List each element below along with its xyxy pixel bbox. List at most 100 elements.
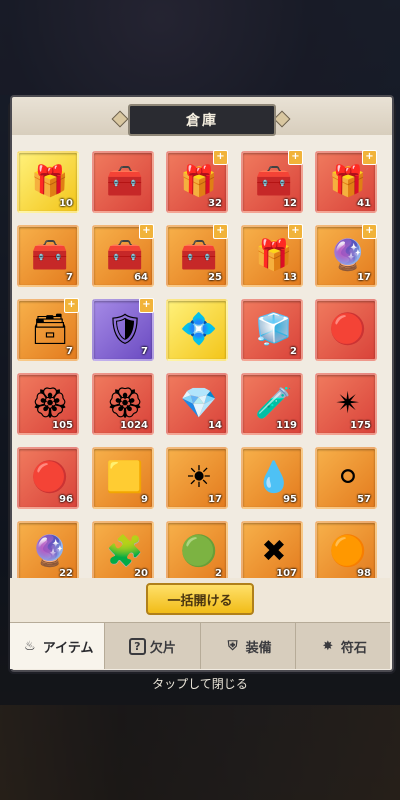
inventory-item[interactable]: 🎁 13 + — [241, 224, 303, 287]
item-count: 2 — [290, 346, 297, 357]
inventory-item[interactable]: 🎁 32 + — [166, 150, 228, 213]
inventory-item[interactable]: 💧 95 — [241, 447, 303, 509]
red-orb-icon: 🔴 — [31, 460, 69, 495]
item-count: 7 — [66, 346, 73, 357]
item-count: 107 — [276, 568, 297, 578]
item-count: 9 — [141, 494, 148, 505]
equipment-box-icon: 🗃 — [30, 312, 70, 347]
item-count: 10 — [59, 198, 73, 209]
item-count: 20 — [134, 568, 148, 578]
item-count: 96 — [59, 494, 73, 505]
inventory-item[interactable]: 🔮 22 — [17, 521, 79, 578]
item-count: 7 — [141, 346, 148, 357]
item-count: 25 — [208, 272, 222, 283]
new-badge-icon: + — [213, 150, 228, 165]
inventory-item[interactable]: 🛡 7 + — [92, 298, 154, 361]
inventory-item[interactable]: 🟨 9 — [92, 447, 154, 509]
silver-chest-icon: 🧰 — [255, 164, 293, 199]
dark-orb-icon: 🔴 — [329, 312, 367, 347]
crest-chest-icon: 🎁 — [255, 238, 293, 273]
item-count: 22 — [59, 568, 73, 578]
inventory-item[interactable]: 🧩 20 — [92, 521, 154, 578]
inventory-item[interactable]: 🧪 119 — [241, 373, 303, 435]
red-gift-chest-icon: 🎁 — [180, 164, 218, 199]
inventory-item[interactable]: ✴ 175 — [315, 373, 377, 435]
inventory-item[interactable]: 🧰 — [92, 151, 154, 213]
crest-chest-icon: 🎁 — [329, 164, 367, 199]
bag-icon: ♨ — [23, 638, 36, 654]
inventory-item[interactable]: 🎁 41 + — [315, 150, 377, 213]
tab-runes[interactable]: ✸ 符石 — [296, 623, 390, 669]
inventory-item[interactable]: 🧰 64 + — [92, 224, 154, 287]
tap-to-close-hint: タップして閉じる — [152, 677, 248, 691]
window-title: 倉庫 — [128, 104, 276, 136]
new-badge-icon: + — [288, 224, 303, 239]
item-count: 105 — [52, 420, 73, 431]
orb-chest-icon: 🔮 — [329, 238, 367, 273]
inventory-item[interactable]: 🧰 7 — [17, 225, 79, 287]
star-gem-icon: ✸ — [322, 638, 334, 654]
new-badge-icon: + — [288, 150, 303, 165]
item-count: 17 — [208, 494, 222, 505]
item-count: 1024 — [120, 420, 148, 431]
inventory-item[interactable]: 🔮 17 + — [315, 224, 377, 287]
purple-orb-icon: 🔮 — [31, 534, 69, 569]
inventory-item[interactable]: 🧰 25 + — [166, 224, 228, 287]
tab-fragments-label: 欠片 — [149, 640, 176, 656]
item-count: 2 — [215, 568, 222, 578]
inventory-item[interactable]: 💎 14 — [166, 373, 228, 435]
inventory-item[interactable]: 🟠 98 — [315, 521, 377, 578]
shield-icon: ⛨ — [227, 638, 238, 654]
tab-equipment-label: 装備 — [245, 640, 272, 656]
purple-crest-icon: 🛡 — [105, 312, 145, 347]
inventory-item[interactable]: 🧰 12 + — [241, 150, 303, 213]
inventory-item[interactable]: 🟢 2 — [166, 521, 228, 578]
inventory-item[interactable]: 🔴 — [315, 299, 377, 361]
cross-blades-icon: ✖ — [261, 534, 287, 569]
inventory-item[interactable]: 🗃 7 + — [17, 298, 79, 361]
question-box-icon: ? — [128, 637, 146, 655]
inventory-item[interactable]: ☀ 17 — [166, 447, 228, 509]
gold-card-icon: 🟨 — [106, 460, 144, 495]
inventory-item[interactable]: 🏵 105 — [17, 373, 79, 435]
item-count: 98 — [357, 568, 371, 578]
tab-equipment[interactable]: ⛨ 装備 — [201, 623, 296, 669]
puzzle-piece-icon: 🧩 — [106, 534, 144, 569]
item-count: 13 — [283, 272, 297, 283]
inventory-item[interactable]: ⚪ 57 — [315, 447, 377, 509]
inventory-item[interactable]: 🧊 2 — [241, 299, 303, 361]
crystal-cube-icon: 🧊 — [255, 312, 293, 347]
item-count: 32 — [208, 198, 222, 209]
item-count: 119 — [276, 420, 297, 431]
item-count: 57 — [357, 494, 371, 505]
green-chest-icon: 🧰 — [31, 238, 69, 273]
tab-fragments[interactable]: ? 欠片 — [105, 623, 201, 669]
open-all-button[interactable]: 一括開ける — [146, 583, 254, 615]
amber-orb-icon: 🟠 — [329, 534, 367, 569]
item-count: 95 — [283, 494, 297, 505]
tab-runes-label: 符石 — [340, 640, 367, 656]
new-badge-icon: + — [362, 224, 377, 239]
red-chest-icon: 🧰 — [106, 164, 144, 199]
star-chest-icon: 🧰 — [106, 238, 144, 273]
pearl-ring-icon: ⚪ — [335, 460, 361, 495]
new-badge-icon: + — [139, 298, 154, 313]
opal-drop-icon: 💧 — [255, 460, 293, 495]
green-emblem-icon: 🏵 — [105, 386, 145, 421]
inventory-item[interactable]: 🔴 96 — [17, 447, 79, 509]
tab-items-label: アイテム — [42, 640, 94, 656]
rainbow-cube-icon: 💠 — [180, 312, 218, 347]
tab-items[interactable]: ♨ アイテム — [10, 623, 106, 669]
inventory-item[interactable]: 🏵 1024 — [92, 373, 154, 435]
green-gem-icon: 🟢 — [180, 534, 218, 569]
inventory-item[interactable]: 🎁 10 — [17, 151, 79, 213]
blue-chest-icon: 🎁 — [31, 164, 69, 199]
inventory-item[interactable]: ✖ 107 — [241, 521, 303, 578]
new-badge-icon: + — [64, 298, 79, 313]
sun-emblem-icon: ☀ — [185, 460, 213, 495]
potion-icon: 🧪 — [255, 386, 293, 421]
item-count: 7 — [66, 272, 73, 283]
tab-bar: ♨ アイテム ? 欠片 ⛨ 装備 ✸ 符石 — [10, 622, 390, 669]
inventory-item[interactable]: 💠 — [166, 299, 228, 361]
new-badge-icon: + — [213, 224, 228, 239]
